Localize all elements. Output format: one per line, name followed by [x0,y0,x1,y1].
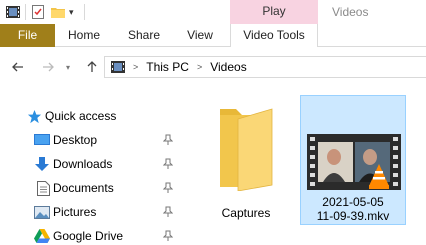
forward-arrow-icon[interactable] [40,60,56,76]
nav-item-downloads[interactable]: Downloads [0,153,180,175]
nav-label-documents: Documents [53,181,114,195]
folder-item-captures[interactable]: Captures [206,99,286,220]
nav-quick-access[interactable]: Quick access [0,105,180,127]
navigation-bar: ▾ > This PC > Videos [0,47,426,87]
context-group-play: Play [230,0,318,24]
tab-file[interactable]: File [0,24,55,47]
customize-qat-icon[interactable]: ▾ [69,5,79,19]
videos-location-icon [111,60,125,74]
pictures-icon [34,204,50,220]
file-name-line-1: 2021-05-05 [322,195,384,209]
breadcrumb-chevron-icon[interactable]: > [197,62,202,72]
breadcrumb-videos[interactable]: Videos [210,60,246,74]
video-window-icon [6,5,20,19]
desktop-icon [34,132,50,148]
quick-access-toolbar: ▾ [0,0,90,24]
folder-icon [214,105,278,192]
breadcrumb-this-pc[interactable]: This PC [146,60,189,74]
pin-icon[interactable] [162,158,174,170]
new-folder-icon[interactable] [51,5,65,19]
tab-view[interactable]: View [180,24,220,47]
back-arrow-icon[interactable] [10,60,26,76]
nav-label-quick-access: Quick access [45,109,117,123]
nav-item-pictures[interactable]: Pictures [0,201,180,223]
nav-label-google-drive: Google Drive [53,229,124,243]
nav-label-downloads: Downloads [53,157,113,171]
nav-item-desktop[interactable]: Desktop [0,129,180,151]
nav-label-pictures: Pictures [53,205,97,219]
file-name: Captures [221,206,271,220]
window-title: Videos [332,5,369,19]
pin-icon[interactable] [162,182,174,194]
google-drive-icon [34,228,50,244]
tab-home[interactable]: Home [62,24,106,47]
video-thumbnail-icon [307,134,401,190]
properties-icon[interactable] [31,5,45,19]
qat-separator [25,4,26,20]
star-icon [26,108,42,124]
qat-separator-2 [84,4,85,20]
breadcrumb-chevron-icon[interactable]: > [133,62,138,72]
file-name-line-2: 11-09-39.mkv [316,209,390,223]
address-bar[interactable]: > This PC > Videos [104,56,426,78]
download-icon [34,156,50,172]
up-arrow-icon[interactable] [84,60,100,76]
file-list: Captures 2021-05-05 11-09-39.mkv [180,87,426,245]
nav-item-google-drive[interactable]: Google Drive [0,225,180,245]
pin-icon[interactable] [162,134,174,146]
pin-icon[interactable] [162,206,174,218]
navigation-pane: Quick access Desktop Downloads Documents [0,87,180,245]
file-item-video[interactable]: 2021-05-05 11-09-39.mkv [300,95,406,225]
nav-item-documents[interactable]: Documents [0,177,180,199]
tab-video-tools[interactable]: Video Tools [230,24,318,48]
nav-label-desktop: Desktop [53,133,98,147]
recent-locations-chevron-icon[interactable]: ▾ [63,60,73,76]
tab-share[interactable]: Share [122,24,166,47]
documents-icon [35,180,51,196]
title-bar: ▾ Play Videos [0,0,426,24]
ribbon-tabs: File Home Share View Video Tools [0,24,426,48]
pin-icon[interactable] [162,230,174,242]
